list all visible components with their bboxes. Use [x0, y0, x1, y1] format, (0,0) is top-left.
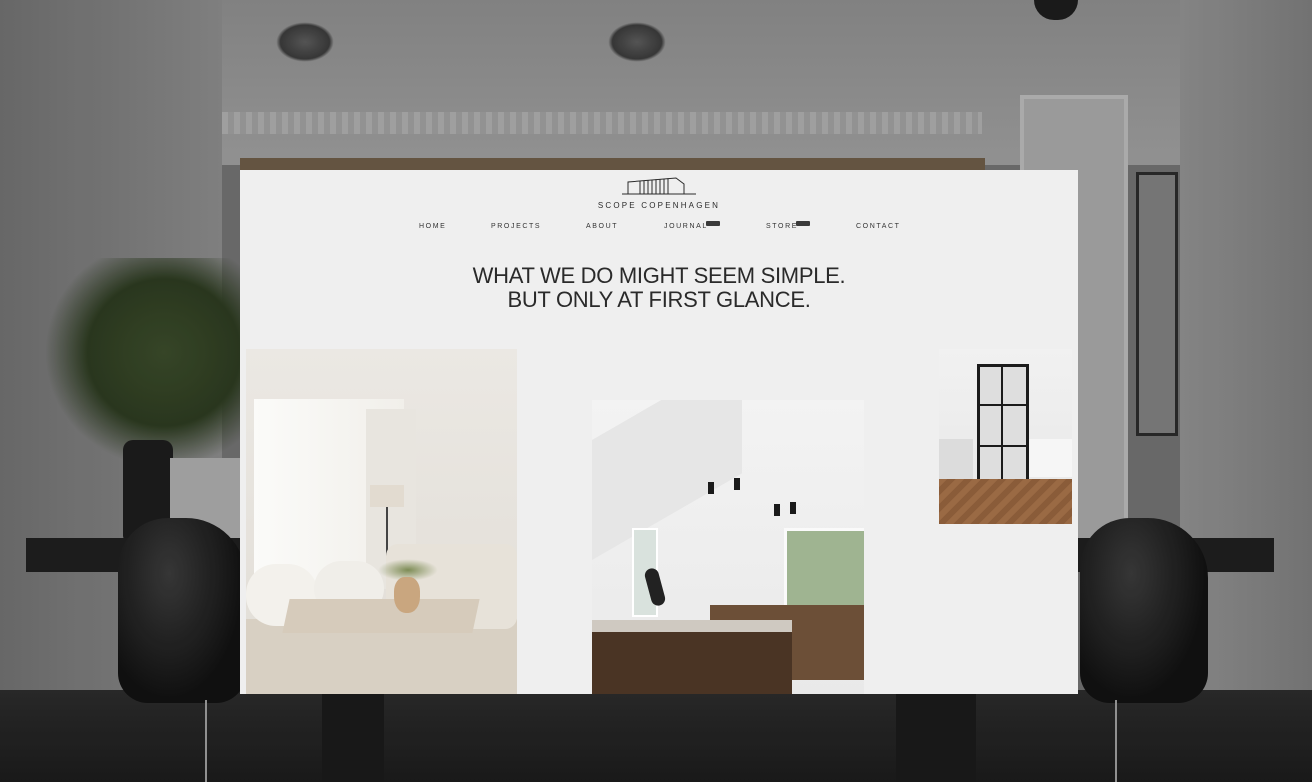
- nav-store[interactable]: STORE: [766, 223, 798, 230]
- project-image-living-room[interactable]: [246, 349, 517, 694]
- nav-home[interactable]: HOME: [419, 223, 446, 230]
- island-countertop: [592, 620, 792, 632]
- journal-badge: [706, 221, 720, 226]
- door-mullion: [977, 404, 1029, 406]
- bed: [1029, 439, 1072, 477]
- brand-name: SCOPE COPENHAGEN: [597, 201, 721, 210]
- spotlight: [774, 504, 780, 516]
- project-image-bedroom[interactable]: [939, 349, 1072, 524]
- door-mullion: [1001, 364, 1003, 492]
- hero-line-2: BUT ONLY AT FIRST GLANCE.: [507, 287, 811, 312]
- building-outline-icon: [622, 177, 696, 195]
- hero-line-1: WHAT WE DO MIGHT SEEM SIMPLE.: [472, 263, 846, 288]
- hero-headline: WHAT WE DO MIGHT SEEM SIMPLE. BUT ONLY A…: [240, 264, 1078, 312]
- monstera-plant: [44, 258, 244, 468]
- herringbone-floor: [939, 479, 1072, 524]
- project-image-kitchen[interactable]: [592, 400, 864, 694]
- window: [784, 528, 864, 614]
- black-chair: [118, 518, 246, 703]
- vase: [394, 577, 420, 613]
- floor-lamp-shade: [370, 485, 404, 507]
- nav-projects[interactable]: PROJECTS: [491, 223, 541, 230]
- website-preview: SCOPE COPENHAGEN HOME PROJECTS ABOUT JOU…: [240, 170, 1078, 694]
- nav-about[interactable]: ABOUT: [586, 223, 618, 230]
- coffee-table: [282, 599, 480, 633]
- ceiling-molding: [222, 112, 982, 134]
- spotlight: [708, 482, 714, 494]
- spotlight: [734, 478, 740, 490]
- background-artwork: [1136, 172, 1178, 436]
- pendant-lamp: [608, 22, 666, 62]
- kitchen-island: [592, 625, 792, 694]
- nav-journal[interactable]: JOURNAL: [664, 223, 708, 230]
- glass-door: [977, 364, 1029, 495]
- chair-leg: [1115, 700, 1117, 782]
- pendant-lamp: [276, 22, 334, 62]
- sloped-ceiling: [592, 400, 742, 560]
- black-chair: [1080, 518, 1208, 703]
- store-badge: [796, 221, 810, 226]
- table-leg: [322, 690, 384, 782]
- spotlight: [790, 502, 796, 514]
- door-mullion: [977, 445, 1029, 447]
- main-nav: HOME PROJECTS ABOUT JOURNAL STORE CONTAC…: [240, 221, 1078, 235]
- nav-contact[interactable]: CONTACT: [856, 223, 901, 230]
- table-leg: [896, 690, 976, 782]
- chair-leg: [205, 700, 207, 782]
